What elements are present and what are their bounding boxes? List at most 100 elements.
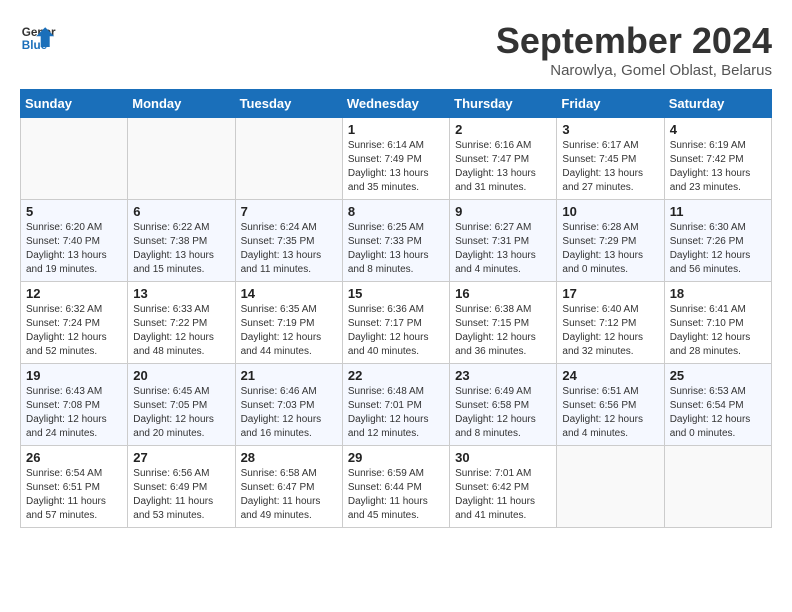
day-number: 14 [241, 286, 337, 301]
day-info: Sunrise: 6:30 AM Sunset: 7:26 PM Dayligh… [670, 221, 766, 277]
day-info: Sunrise: 6:43 AM Sunset: 7:08 PM Dayligh… [26, 385, 122, 441]
calendar-day-13: 13 Sunrise: 6:33 AM Sunset: 7:22 PM Dayli… [128, 282, 235, 364]
day-info: Sunrise: 6:41 AM Sunset: 7:10 PM Dayligh… [670, 303, 766, 359]
day-info: Sunrise: 6:14 AM Sunset: 7:49 PM Dayligh… [348, 139, 444, 195]
day-info: Sunrise: 6:40 AM Sunset: 7:12 PM Dayligh… [562, 303, 658, 359]
day-number: 7 [241, 204, 337, 219]
day-header-saturday: Saturday [664, 90, 771, 118]
calendar-day-10: 10 Sunrise: 6:28 AM Sunset: 7:29 PM Dayli… [557, 200, 664, 282]
location: Narowlya, Gomel Oblast, Belarus [496, 62, 772, 79]
calendar-day-28: 28Sunrise: 6:58 AM Sunset: 6:47 PM Dayli… [235, 446, 342, 528]
day-info: Sunrise: 6:20 AM Sunset: 7:40 PM Dayligh… [26, 221, 122, 277]
day-info: Sunrise: 6:28 AM Sunset: 7:29 PM Dayligh… [562, 221, 658, 277]
calendar-day-11: 11 Sunrise: 6:30 AM Sunset: 7:26 PM Dayli… [664, 200, 771, 282]
calendar-day-23: 23 Sunrise: 6:49 AM Sunset: 6:58 PM Dayli… [450, 364, 557, 446]
day-info: Sunrise: 6:16 AM Sunset: 7:47 PM Dayligh… [455, 139, 551, 195]
day-number: 13 [133, 286, 229, 301]
calendar-week-1: 1 Sunrise: 6:14 AM Sunset: 7:49 PM Daylig… [21, 118, 772, 200]
calendar-day-19: 19 Sunrise: 6:43 AM Sunset: 7:08 PM Dayli… [21, 364, 128, 446]
day-info: Sunrise: 6:19 AM Sunset: 7:42 PM Dayligh… [670, 139, 766, 195]
calendar-day-21: 21 Sunrise: 6:46 AM Sunset: 7:03 PM Dayli… [235, 364, 342, 446]
day-number: 20 [133, 368, 229, 383]
calendar-day-5: 5 Sunrise: 6:20 AM Sunset: 7:40 PM Daylig… [21, 200, 128, 282]
calendar-week-2: 5 Sunrise: 6:20 AM Sunset: 7:40 PM Daylig… [21, 200, 772, 282]
calendar-table: SundayMondayTuesdayWednesdayThursdayFrid… [20, 89, 772, 528]
day-number: 21 [241, 368, 337, 383]
day-number: 12 [26, 286, 122, 301]
calendar-day-8: 8 Sunrise: 6:25 AM Sunset: 7:33 PM Daylig… [342, 200, 449, 282]
day-number: 27 [133, 450, 229, 465]
day-header-thursday: Thursday [450, 90, 557, 118]
calendar-day-29: 29 Sunrise: 6:59 AM Sunset: 6:44 PM Dayli… [342, 446, 449, 528]
day-number: 2 [455, 122, 551, 137]
day-number: 8 [348, 204, 444, 219]
calendar-week-4: 19 Sunrise: 6:43 AM Sunset: 7:08 PM Dayli… [21, 364, 772, 446]
day-number: 5 [26, 204, 122, 219]
month-title: September 2024 [496, 20, 772, 62]
empty-day [664, 446, 771, 528]
day-info: Sunrise: 6:46 AM Sunset: 7:03 PM Dayligh… [241, 385, 337, 441]
empty-day [235, 118, 342, 200]
day-info: Sunrise: 6:17 AM Sunset: 7:45 PM Dayligh… [562, 139, 658, 195]
day-info: Sunrise: 6:27 AM Sunset: 7:31 PM Dayligh… [455, 221, 551, 277]
day-number: 28 [241, 450, 337, 465]
calendar-day-27: 27 Sunrise: 6:56 AM Sunset: 6:49 PM Dayli… [128, 446, 235, 528]
day-number: 6 [133, 204, 229, 219]
day-header-wednesday: Wednesday [342, 90, 449, 118]
calendar-day-15: 15Sunrise: 6:36 AM Sunset: 7:17 PM Dayli… [342, 282, 449, 364]
calendar-day-22: 22 Sunrise: 6:48 AM Sunset: 7:01 PM Dayli… [342, 364, 449, 446]
calendar-day-6: 6 Sunrise: 6:22 AM Sunset: 7:38 PM Daylig… [128, 200, 235, 282]
calendar-week-5: 26Sunrise: 6:54 AM Sunset: 6:51 PM Dayli… [21, 446, 772, 528]
day-number: 16 [455, 286, 551, 301]
calendar-day-26: 26Sunrise: 6:54 AM Sunset: 6:51 PM Dayli… [21, 446, 128, 528]
day-info: Sunrise: 6:35 AM Sunset: 7:19 PM Dayligh… [241, 303, 337, 359]
calendar-day-20: 20 Sunrise: 6:45 AM Sunset: 7:05 PM Dayli… [128, 364, 235, 446]
day-info: Sunrise: 6:45 AM Sunset: 7:05 PM Dayligh… [133, 385, 229, 441]
day-number: 3 [562, 122, 658, 137]
calendar-day-9: 9 Sunrise: 6:27 AM Sunset: 7:31 PM Daylig… [450, 200, 557, 282]
day-info: Sunrise: 6:32 AM Sunset: 7:24 PM Dayligh… [26, 303, 122, 359]
day-info: Sunrise: 6:33 AM Sunset: 7:22 PM Dayligh… [133, 303, 229, 359]
calendar-day-14: 14 Sunrise: 6:35 AM Sunset: 7:19 PM Dayli… [235, 282, 342, 364]
day-info: Sunrise: 6:48 AM Sunset: 7:01 PM Dayligh… [348, 385, 444, 441]
day-header-tuesday: Tuesday [235, 90, 342, 118]
day-number: 17 [562, 286, 658, 301]
day-header-sunday: Sunday [21, 90, 128, 118]
svg-text:General: General [22, 26, 56, 39]
calendar-day-2: 2 Sunrise: 6:16 AM Sunset: 7:47 PM Daylig… [450, 118, 557, 200]
day-number: 25 [670, 368, 766, 383]
day-info: Sunrise: 6:56 AM Sunset: 6:49 PM Dayligh… [133, 467, 229, 523]
calendar-day-1: 1 Sunrise: 6:14 AM Sunset: 7:49 PM Daylig… [342, 118, 449, 200]
day-number: 19 [26, 368, 122, 383]
day-number: 18 [670, 286, 766, 301]
calendar-day-3: 3 Sunrise: 6:17 AM Sunset: 7:45 PM Daylig… [557, 118, 664, 200]
day-info: Sunrise: 6:25 AM Sunset: 7:33 PM Dayligh… [348, 221, 444, 277]
day-number: 29 [348, 450, 444, 465]
calendar-day-25: 25 Sunrise: 6:53 AM Sunset: 6:54 PM Dayli… [664, 364, 771, 446]
day-number: 22 [348, 368, 444, 383]
day-header-monday: Monday [128, 90, 235, 118]
day-number: 30 [455, 450, 551, 465]
day-info: Sunrise: 6:22 AM Sunset: 7:38 PM Dayligh… [133, 221, 229, 277]
day-info: Sunrise: 6:49 AM Sunset: 6:58 PM Dayligh… [455, 385, 551, 441]
day-number: 10 [562, 204, 658, 219]
day-info: Sunrise: 6:36 AM Sunset: 7:17 PM Dayligh… [348, 303, 444, 359]
day-info: Sunrise: 6:54 AM Sunset: 6:51 PM Dayligh… [26, 467, 122, 523]
day-info: Sunrise: 6:51 AM Sunset: 6:56 PM Dayligh… [562, 385, 658, 441]
calendar-day-4: 4 Sunrise: 6:19 AM Sunset: 7:42 PM Daylig… [664, 118, 771, 200]
day-number: 11 [670, 204, 766, 219]
day-number: 9 [455, 204, 551, 219]
calendar-day-24: 24 Sunrise: 6:51 AM Sunset: 6:56 PM Dayli… [557, 364, 664, 446]
calendar-day-16: 16Sunrise: 6:38 AM Sunset: 7:15 PM Dayli… [450, 282, 557, 364]
empty-day [557, 446, 664, 528]
calendar-day-7: 7Sunrise: 6:24 AM Sunset: 7:35 PM Daylig… [235, 200, 342, 282]
day-number: 4 [670, 122, 766, 137]
day-info: Sunrise: 6:59 AM Sunset: 6:44 PM Dayligh… [348, 467, 444, 523]
calendar-day-30: 30Sunrise: 7:01 AM Sunset: 6:42 PM Dayli… [450, 446, 557, 528]
logo: General Blue [20, 20, 56, 56]
day-info: Sunrise: 6:53 AM Sunset: 6:54 PM Dayligh… [670, 385, 766, 441]
day-number: 1 [348, 122, 444, 137]
day-number: 24 [562, 368, 658, 383]
calendar-day-18: 18 Sunrise: 6:41 AM Sunset: 7:10 PM Dayli… [664, 282, 771, 364]
day-number: 23 [455, 368, 551, 383]
